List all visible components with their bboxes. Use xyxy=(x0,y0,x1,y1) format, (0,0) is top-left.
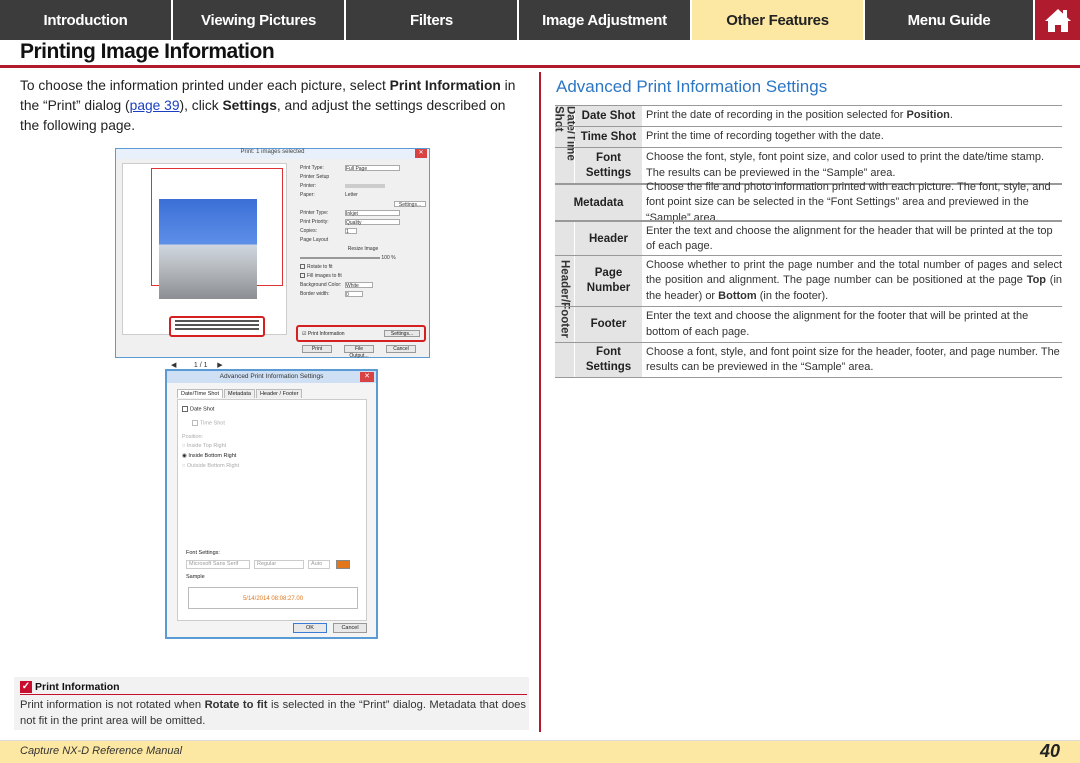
rotate-to-fit-term: Rotate to fit xyxy=(204,699,268,711)
home-button[interactable] xyxy=(1035,0,1080,40)
ok-button: OK xyxy=(293,623,327,633)
note-text: Print information is not rotated when Ro… xyxy=(20,699,526,727)
advanced-dialog-body: Date Shot Time Shot Position: ○ Inside T… xyxy=(177,399,367,621)
tab-viewing-pictures[interactable]: Viewing Pictures xyxy=(173,0,346,40)
close-icon: ✕ xyxy=(360,372,374,382)
font-settings-label: Font Settings: xyxy=(186,550,220,556)
row-key: Date Shot xyxy=(575,106,642,126)
date-shot-option: Date Shot xyxy=(182,406,214,412)
row-key: Footer xyxy=(575,307,642,342)
note-rule xyxy=(20,694,527,695)
page-39-link[interactable]: page 39 xyxy=(130,98,180,113)
row-description: Choose the file and photo information pr… xyxy=(646,180,1051,224)
tab-header-footer: Header / Footer xyxy=(255,389,303,398)
row-description: Enter the text and choose the alignment … xyxy=(646,224,1053,253)
title-rule xyxy=(0,65,1080,68)
check-icon: ✓ xyxy=(20,681,32,693)
preview-photo xyxy=(159,199,257,299)
note-title: ✓ Print Information xyxy=(20,681,120,693)
note-box: ✓ Print Information Print information is … xyxy=(14,677,529,730)
cancel-button: Cancel xyxy=(386,345,416,353)
table-bottom-rule xyxy=(555,377,1062,378)
file-output-button: File Output... xyxy=(344,345,374,359)
print-information-term: Print Information xyxy=(389,78,501,93)
sample-label: Sample xyxy=(186,574,205,580)
manual-title: Capture NX-D Reference Manual xyxy=(20,745,183,757)
row-description: Enter the text and choose the alignment … xyxy=(646,310,1029,338)
page-number: 40 xyxy=(1039,741,1060,761)
print-preview: ◀ 1 / 1 ▶ xyxy=(122,163,287,369)
tab-metadata: Metadata xyxy=(224,389,255,398)
tab-menu-guide[interactable]: Menu Guide xyxy=(865,0,1035,40)
position-label: Position: xyxy=(182,434,204,440)
tab-other-features[interactable]: Other Features xyxy=(692,0,865,40)
advanced-dialog-title: Advanced Print Information Settings ✕ xyxy=(167,371,376,383)
print-dialog-screenshot: Print: 1 images selected ✕ ◀ 1 / 1 ▶ Prin… xyxy=(115,148,430,369)
nav-tabs: Introduction Viewing Pictures Filters Im… xyxy=(0,0,1080,40)
table-row: Footer Enter the text and choose the ali… xyxy=(555,306,1062,342)
close-icon: ✕ xyxy=(415,149,427,158)
table-row: Date Shot Print the date of recording in… xyxy=(555,105,1062,126)
page-navigation: ◀ 1 / 1 ▶ xyxy=(171,362,223,369)
font-size-select: Auto xyxy=(308,560,330,569)
tab-filters[interactable]: Filters xyxy=(346,0,519,40)
position-option: ◉ Inside Bottom Right xyxy=(182,453,237,459)
page-title: Printing Image Information xyxy=(20,40,275,63)
settings-term: Settings xyxy=(222,98,277,113)
print-info-highlight xyxy=(169,316,265,337)
font-style-select: Regular xyxy=(254,560,304,569)
table-row: Metadata Choose the file and photo infor… xyxy=(555,180,1062,224)
row-description: Print the date of recording in the posit… xyxy=(646,109,953,122)
advanced-dialog-tabs: Date/Time Shot Metadata Header / Footer xyxy=(177,389,376,398)
row-description: Choose whether to print the page number … xyxy=(646,258,1063,302)
row-key: Font Settings xyxy=(575,343,642,377)
home-icon xyxy=(1044,9,1071,32)
row-key: Font Settings xyxy=(575,148,642,183)
row-description: Choose the font, style, font point size,… xyxy=(646,151,1045,179)
tab-date-time-shot: Date/Time Shot xyxy=(177,389,224,398)
advanced-settings-screenshot: Advanced Print Information Settings ✕ Dat… xyxy=(165,369,378,639)
font-color-swatch xyxy=(336,560,350,569)
intro-paragraph: To choose the information printed under … xyxy=(20,78,516,133)
row-key: Header xyxy=(575,222,642,256)
row-description: Choose a font, style, and font point siz… xyxy=(646,345,1060,374)
print-settings-panel: Print Type: Full Page Printer Setup Print… xyxy=(300,163,426,351)
font-name-select: Microsoft Sans Serif xyxy=(186,560,250,569)
print-info-settings-button: Settings... xyxy=(384,330,420,337)
print-information-checkbox: ☑ Print Information xyxy=(302,331,345,337)
row-key: Page Number xyxy=(575,256,642,306)
column-divider xyxy=(539,72,541,732)
print-button: Print xyxy=(302,345,332,353)
sample-preview: 5/14/2014 08:08:27.00 xyxy=(188,587,358,609)
table-row: Header Enter the text and choose the ali… xyxy=(555,220,1062,256)
tab-image-adjustment[interactable]: Image Adjustment xyxy=(519,0,692,40)
position-option: ○ Outside Bottom Right xyxy=(182,463,240,469)
table-row: Font Settings Choose a font, style, and … xyxy=(555,342,1062,377)
table-row: Font Settings Choose the font, style, fo… xyxy=(555,147,1062,183)
row-key: Metadata xyxy=(555,185,642,221)
row-description: Print the time of recording together wit… xyxy=(646,130,884,143)
tab-introduction[interactable]: Introduction xyxy=(0,0,173,40)
print-dialog-title: Print: 1 images selected ✕ xyxy=(116,149,429,159)
section-heading: Advanced Print Information Settings xyxy=(556,77,828,96)
table-row: Time Shot Print the time of recording to… xyxy=(555,126,1062,147)
cancel-button: Cancel xyxy=(333,623,367,633)
position-option: ○ Inside Top Right xyxy=(182,443,227,449)
row-key: Time Shot xyxy=(575,127,642,147)
table-row: Page Number Choose whether to print the … xyxy=(555,255,1062,306)
time-shot-option: Time Shot xyxy=(192,420,225,426)
